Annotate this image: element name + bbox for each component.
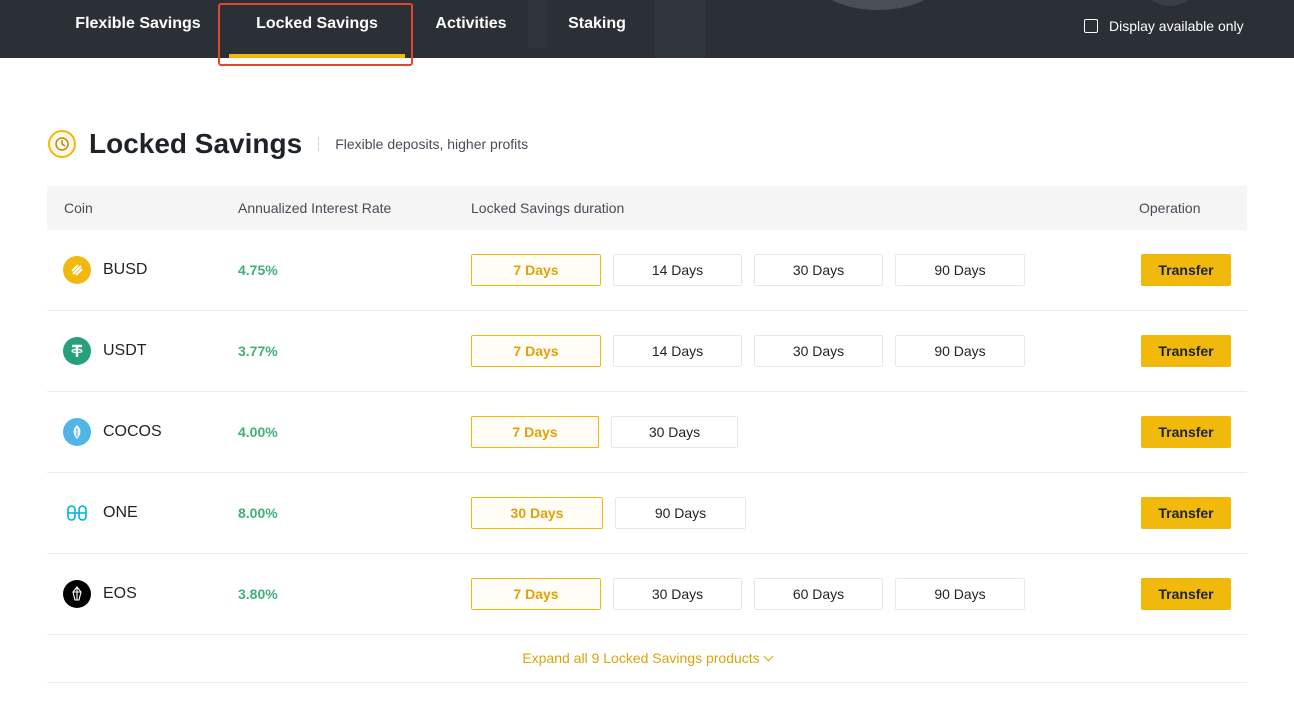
page-title: Locked Savings [89, 128, 303, 159]
duration-option-7-days[interactable]: 7 Days [471, 416, 599, 448]
header-operation: Operation [1139, 200, 1201, 216]
page-subtitle: Flexible deposits, higher profits [335, 136, 529, 152]
tab-activities[interactable]: Activities [428, 0, 514, 58]
transfer-button[interactable]: Transfer [1141, 497, 1231, 529]
chevron-down-icon [763, 651, 774, 662]
table-row: EOS 3.80% 7 Days 30 Days 60 Days 90 Days… [47, 554, 1247, 635]
usdt-icon [63, 337, 91, 365]
duration-options: 7 Days 30 Days [471, 416, 750, 448]
duration-option-90-days[interactable]: 90 Days [615, 497, 746, 529]
coin-name: USDT [103, 342, 147, 359]
active-tab-indicator [229, 54, 405, 58]
interest-rate: 4.00% [238, 424, 278, 440]
duration-option-14-days[interactable]: 14 Days [613, 335, 742, 367]
duration-option-60-days[interactable]: 60 Days [754, 578, 883, 610]
table-row: ONE 8.00% 30 Days 90 Days Transfer [47, 473, 1247, 554]
expand-all-label: Expand all 9 Locked Savings products [522, 650, 760, 666]
coin-name: COCOS [103, 423, 162, 440]
table-row: COCOS 4.00% 7 Days 30 Days Transfer [47, 392, 1247, 473]
duration-option-7-days[interactable]: 7 Days [471, 254, 601, 286]
table-row: BUSD 4.75% 7 Days 14 Days 30 Days 90 Day… [47, 230, 1247, 311]
section-header: Locked Savings Flexible deposits, higher… [48, 124, 528, 164]
eos-icon [63, 580, 91, 608]
busd-icon [63, 256, 91, 284]
duration-option-90-days[interactable]: 90 Days [895, 335, 1025, 367]
cocos-icon [63, 418, 91, 446]
duration-option-30-days[interactable]: 30 Days [611, 416, 738, 448]
display-available-only-checkbox[interactable] [1084, 19, 1098, 33]
interest-rate: 4.75% [238, 262, 278, 278]
interest-rate: 3.77% [238, 343, 278, 359]
coin-name: ONE [103, 504, 138, 521]
interest-rate: 8.00% [238, 505, 278, 521]
header-rate: Annualized Interest Rate [238, 200, 392, 216]
header-coin: Coin [64, 200, 93, 216]
duration-option-14-days[interactable]: 14 Days [613, 254, 742, 286]
transfer-button[interactable]: Transfer [1141, 254, 1231, 286]
tab-staking[interactable]: Staking [560, 0, 634, 58]
duration-option-90-days[interactable]: 90 Days [895, 578, 1025, 610]
table-header: Coin Annualized Interest Rate Locked Sav… [47, 186, 1247, 230]
top-nav: Flexible Savings Locked Savings Activiti… [0, 0, 1294, 58]
locked-savings-icon [48, 130, 76, 158]
duration-options: 7 Days 14 Days 30 Days 90 Days [471, 335, 1037, 367]
coin-name: BUSD [103, 261, 148, 278]
duration-options: 7 Days 14 Days 30 Days 90 Days [471, 254, 1037, 286]
tab-flexible-savings[interactable]: Flexible Savings [68, 0, 208, 58]
duration-options: 7 Days 30 Days 60 Days 90 Days [471, 578, 1037, 610]
one-icon [63, 499, 91, 527]
duration-option-30-days[interactable]: 30 Days [471, 497, 603, 529]
duration-option-90-days[interactable]: 90 Days [895, 254, 1025, 286]
coin-name: EOS [103, 585, 137, 602]
interest-rate: 3.80% [238, 586, 278, 602]
locked-savings-table: Coin Annualized Interest Rate Locked Sav… [47, 186, 1247, 683]
duration-option-7-days[interactable]: 7 Days [471, 335, 601, 367]
transfer-button[interactable]: Transfer [1141, 578, 1231, 610]
transfer-button[interactable]: Transfer [1141, 416, 1231, 448]
transfer-button[interactable]: Transfer [1141, 335, 1231, 367]
duration-option-30-days[interactable]: 30 Days [613, 578, 742, 610]
expand-all-products-link[interactable]: Expand all 9 Locked Savings products [47, 635, 1247, 683]
duration-option-7-days[interactable]: 7 Days [471, 578, 601, 610]
duration-option-30-days[interactable]: 30 Days [754, 254, 883, 286]
table-row: USDT 3.77% 7 Days 14 Days 30 Days 90 Day… [47, 311, 1247, 392]
header-duration: Locked Savings duration [471, 200, 625, 216]
tab-locked-savings[interactable]: Locked Savings [219, 0, 415, 58]
display-available-only-label: Display available only [1109, 18, 1244, 34]
display-available-only-toggle[interactable]: Display available only [1084, 16, 1244, 36]
duration-options: 30 Days 90 Days [471, 497, 758, 529]
duration-option-30-days[interactable]: 30 Days [754, 335, 883, 367]
